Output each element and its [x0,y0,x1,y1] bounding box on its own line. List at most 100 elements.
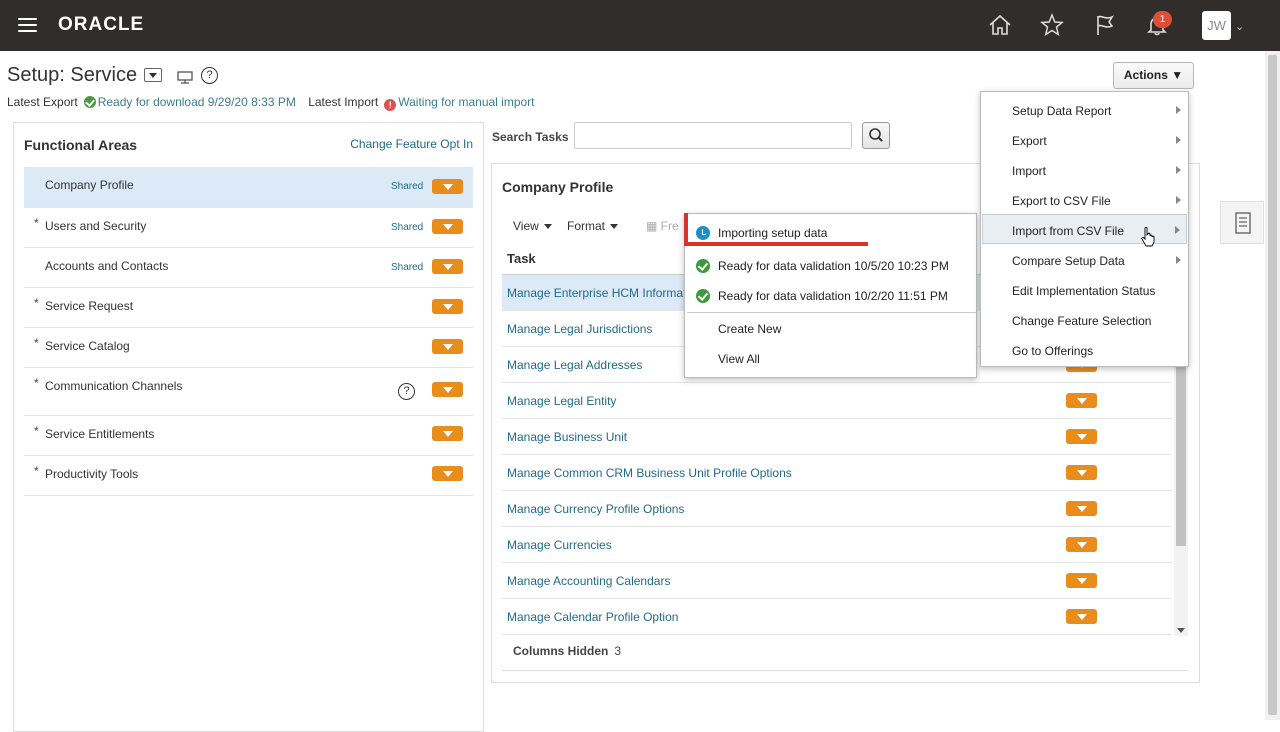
functional-area-item[interactable]: * Communication Channels ? [24,368,473,416]
scrollbar-thumb[interactable] [1176,366,1186,546]
scrollbar-thumb[interactable] [1268,55,1277,715]
help-icon[interactable]: ? [201,67,218,84]
task-row[interactable]: Manage Legal Entity [502,383,1172,419]
help-icon[interactable]: ? [398,383,415,400]
functional-areas-panel: Functional Areas Change Feature Opt In C… [13,122,484,732]
ready-validation-item[interactable]: Ready for data validation 10/5/20 10:23 … [685,252,976,280]
functional-area-item[interactable]: * Service Request [24,288,473,328]
task-link[interactable]: Manage Legal Addresses [507,358,642,372]
menu-item-export-csv[interactable]: Export to CSV File [982,184,1187,214]
functional-area-label: Service Entitlements [45,427,155,441]
import-export-status: Latest Export Ready for download 9/29/20 … [7,95,535,111]
task-link[interactable]: Manage Currency Profile Options [507,502,684,516]
home-icon[interactable] [987,12,1013,38]
shared-label: Shared [391,181,424,192]
functional-area-label: Productivity Tools [45,467,139,481]
area-actions-button[interactable] [432,259,463,274]
area-actions-button[interactable] [432,339,463,354]
task-link[interactable]: Manage Calendar Profile Option [507,610,678,624]
functional-area-item[interactable]: * Service Entitlements [24,416,473,456]
success-check-icon [83,96,96,108]
scroll-down-arrow-icon[interactable] [1177,628,1185,633]
format-menu[interactable]: Format [567,219,619,233]
user-avatar[interactable]: JW [1202,11,1231,40]
menu-item-compare-setup-data[interactable]: Compare Setup Data [982,244,1187,274]
page-scrollbar[interactable] [1265,51,1280,720]
submenu-arrow-icon [1176,196,1181,204]
menu-item-export[interactable]: Export [982,124,1187,154]
menu-item-change-feature-selection[interactable]: Change Feature Selection [982,304,1187,334]
highlight-annotation [684,242,868,246]
task-link[interactable]: Manage Currencies [507,538,612,552]
view-menu[interactable]: View [513,219,552,233]
search-tasks-input[interactable] [574,122,852,149]
menu-item-import-csv[interactable]: Import from CSV File [982,214,1187,244]
columns-hidden-status: Columns Hidden 3 [513,644,622,658]
watchlist-flag-icon[interactable] [1092,12,1118,38]
view-all-item[interactable]: View All [685,345,976,373]
company-profile-title: Company Profile [502,179,614,195]
task-actions-button[interactable] [1066,501,1097,516]
task-actions-button[interactable] [1066,573,1097,588]
area-actions-button[interactable] [432,219,463,234]
area-actions-button[interactable] [432,426,463,441]
task-link[interactable]: Manage Common CRM Business Unit Profile … [507,466,792,480]
functional-area-label: Service Catalog [45,339,130,353]
task-row[interactable]: Manage Common CRM Business Unit Profile … [502,455,1172,491]
task-row[interactable]: Manage Accounting Calendars [502,563,1172,599]
task-row[interactable]: Manage Currencies [502,527,1172,563]
favorites-star-icon[interactable] [1039,12,1065,38]
latest-export-status-link[interactable]: Ready for download 9/29/20 8:33 PM [98,95,296,109]
task-link[interactable]: Manage Enterprise HCM Informat [507,286,686,300]
side-panel-button[interactable] [1220,201,1264,244]
menu-item-go-to-offerings[interactable]: Go to Offerings [982,334,1187,364]
task-actions-button[interactable] [1066,537,1097,552]
menu-item-edit-implementation-status[interactable]: Edit Implementation Status [982,274,1187,304]
functional-area-item[interactable]: Company Profile Shared [24,167,473,208]
functional-area-label: Users and Security [45,219,147,233]
create-new-item[interactable]: Create New [685,315,976,343]
latest-export-label: Latest Export [7,95,78,109]
menu-item-setup-data-report[interactable]: Setup Data Report [982,94,1187,124]
actions-button[interactable]: Actions ▼ [1113,62,1194,89]
presentation-icon[interactable] [177,71,193,85]
task-actions-button[interactable] [1066,465,1097,480]
oracle-logo: ORACLE [58,14,145,35]
area-actions-button[interactable] [432,179,463,194]
divider [687,312,976,313]
area-actions-button[interactable] [432,466,463,481]
menu-icon[interactable] [18,18,37,32]
ready-validation-item[interactable]: Ready for data validation 10/2/20 11:51 … [685,282,976,310]
functional-area-label: Service Request [45,299,134,313]
task-row[interactable]: Manage Currency Profile Options [502,491,1172,527]
change-feature-opt-in-link[interactable]: Change Feature Opt In [350,137,473,151]
required-star: * [34,464,39,478]
submenu-arrow-icon [1176,166,1181,174]
task-row[interactable]: Manage Calendar Profile Option [502,599,1172,635]
functional-area-item[interactable]: Accounts and Contacts Shared [24,248,473,288]
area-actions-button[interactable] [432,299,463,314]
title-dropdown-button[interactable] [144,68,162,82]
search-button[interactable] [862,122,890,149]
chevron-down-icon[interactable]: ⌄ [1235,20,1244,33]
task-row[interactable]: Manage Business Unit [502,419,1172,455]
task-link[interactable]: Manage Legal Entity [507,394,616,408]
task-link[interactable]: Manage Legal Jurisdictions [507,322,652,336]
functional-area-item[interactable]: * Productivity Tools [24,456,473,496]
functional-area-item[interactable]: * Service Catalog [24,328,473,368]
task-link[interactable]: Manage Business Unit [507,430,627,444]
area-actions-button[interactable] [432,382,463,397]
latest-import-status-link[interactable]: Waiting for manual import [398,95,534,109]
latest-import-label: Latest Import [308,95,379,109]
task-actions-button[interactable] [1066,393,1097,408]
menu-item-import[interactable]: Import [982,154,1187,184]
freeze-button[interactable]: ▦ Fre [646,219,679,233]
functional-area-item[interactable]: * Users and Security Shared [24,208,473,248]
required-star: * [34,216,39,230]
task-link[interactable]: Manage Accounting Calendars [507,574,670,588]
task-actions-button[interactable] [1066,429,1097,444]
functional-areas-heading: Functional Areas [24,137,138,153]
required-star: * [34,376,39,390]
submenu-arrow-icon [1175,226,1180,234]
task-actions-button[interactable] [1066,609,1097,624]
